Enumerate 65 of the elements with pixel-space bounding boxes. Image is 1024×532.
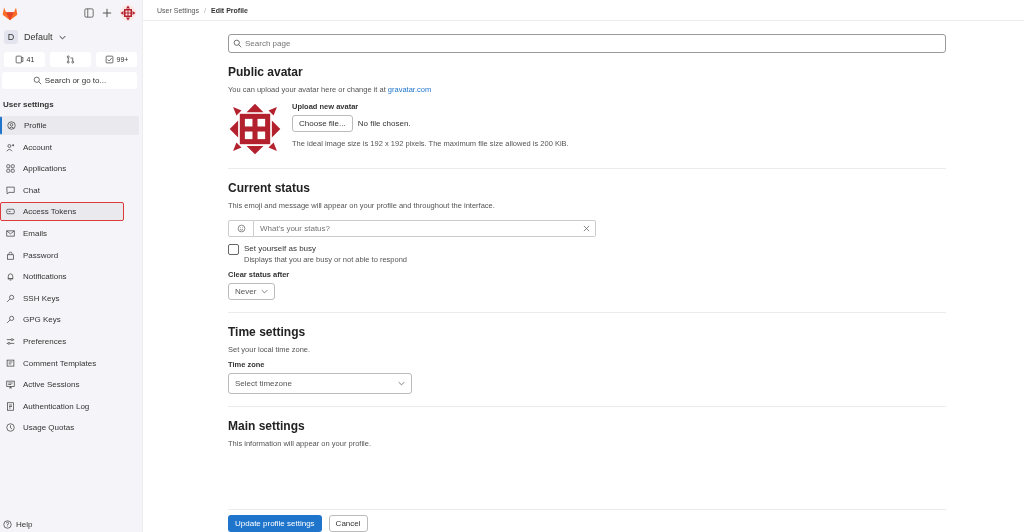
section-title: Current status [228, 181, 311, 195]
chevron-down-icon [58, 34, 66, 40]
user-avatar-icon[interactable] [120, 5, 136, 21]
key-icon [6, 315, 15, 325]
merge-request-icon [66, 55, 75, 64]
person-icon [6, 142, 15, 152]
sidebar-item[interactable]: Profile [0, 116, 139, 135]
sidebar-item[interactable]: Preferences [0, 331, 139, 351]
key-icon [6, 293, 15, 303]
help-link[interactable]: Help [0, 520, 142, 532]
section-title: Public avatar [228, 65, 304, 79]
comment-icon [6, 358, 15, 368]
file-status: No file chosen. [357, 119, 411, 128]
sidebar-item[interactable]: Notifications [0, 267, 139, 287]
bell-icon [6, 272, 15, 282]
sidebar-item[interactable]: Authentication Log [0, 396, 139, 416]
sidebar-heading: User settings [3, 100, 55, 109]
checkbox-icon [104, 55, 114, 64]
choose-file-button[interactable]: Choose file... [292, 115, 353, 132]
sidebar-item[interactable]: Emails [0, 223, 139, 243]
help-icon [3, 520, 12, 529]
sidebar-item[interactable]: SSH Keys [0, 288, 139, 308]
clear-button[interactable] [578, 220, 596, 237]
user-circle-icon [7, 121, 16, 130]
clock-icon [6, 423, 15, 433]
sidebar-item[interactable]: Chat [0, 180, 139, 200]
chevron-down-icon [398, 381, 405, 386]
sidebar-item[interactable]: Usage Quotas [0, 418, 139, 438]
update-button[interactable]: Update profile settings [228, 515, 322, 532]
section-title: Main settings [228, 419, 306, 433]
merge-requests-button[interactable] [50, 52, 91, 67]
close-icon [582, 224, 591, 233]
plus-icon[interactable] [102, 8, 112, 18]
issue-icon [14, 55, 24, 64]
lock-icon [6, 250, 15, 260]
avatar-image [228, 102, 282, 156]
search-icon [32, 76, 42, 85]
sidebar-item[interactable]: Password [0, 245, 139, 265]
sidebar-item[interactable]: Applications [0, 159, 139, 179]
clear-after-dropdown[interactable]: Never [228, 283, 276, 300]
sidebar-item[interactable]: Account [0, 137, 139, 157]
timezone-dropdown[interactable]: Select timezone [228, 373, 412, 394]
speech-bubble-icon [6, 185, 15, 195]
section-title: Time settings [228, 325, 307, 339]
status-field[interactable]: What's your status? [254, 220, 578, 237]
sidebar-item[interactable]: GPG Keys [0, 310, 139, 330]
envelope-icon [6, 228, 15, 238]
sliders-icon [6, 336, 15, 346]
monitor-icon [6, 380, 15, 390]
sidebar-toggle-icon[interactable] [84, 8, 94, 18]
group-switcher[interactable]: D Default [4, 30, 142, 44]
sidebar-item[interactable]: Comment Templates [0, 353, 139, 373]
chevron-down-icon [261, 289, 269, 294]
token-icon [6, 207, 15, 217]
checkbox-label: Set yourself as busy [244, 244, 318, 253]
search-button[interactable]: Search or go to... [2, 72, 137, 89]
search-field[interactable]: Search page [228, 34, 946, 53]
grid-icon [6, 164, 15, 174]
sidebar-item[interactable]: Active Sessions [0, 375, 139, 395]
document-icon [6, 401, 15, 411]
cancel-button[interactable]: Cancel [328, 515, 368, 532]
busy-checkbox[interactable] [228, 244, 239, 255]
emoji-button[interactable] [228, 220, 254, 237]
sidebar-item[interactable]: Access Tokens [0, 202, 124, 222]
smiley-icon [236, 224, 246, 233]
